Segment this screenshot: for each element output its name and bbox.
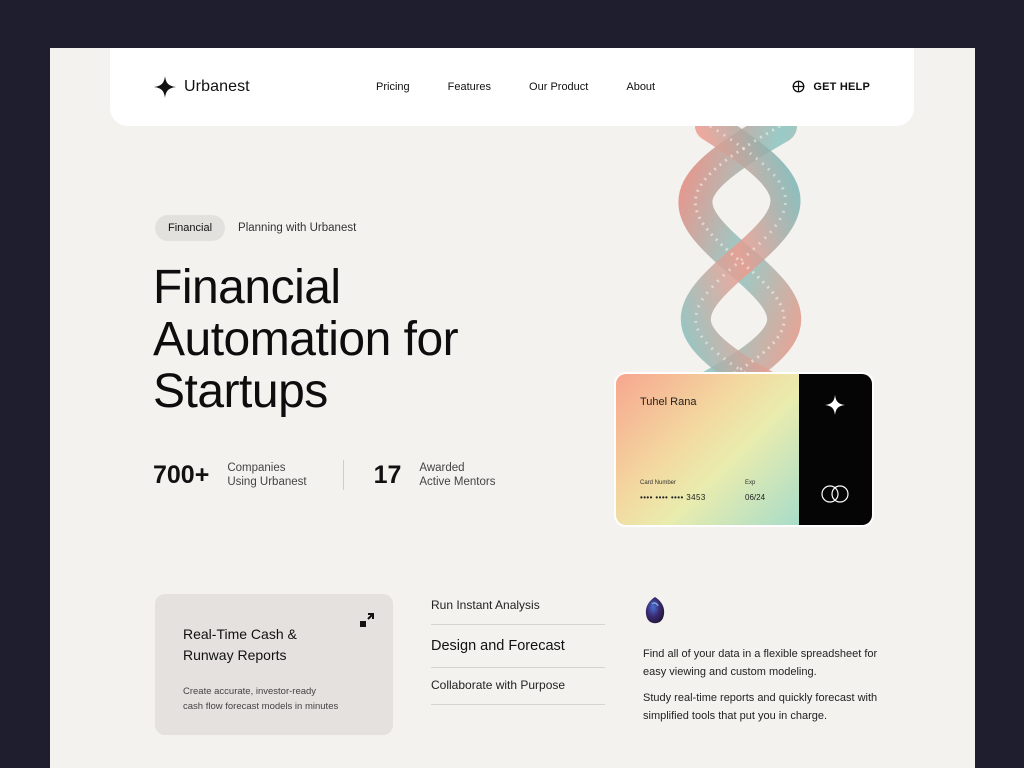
hero-title: Financial Automation for Startups xyxy=(153,262,573,418)
nav-link-our-product[interactable]: Our Product xyxy=(529,81,588,93)
card-number-label: Card Number xyxy=(640,480,677,486)
stat-companies: 700+ Companies Using Urbanest xyxy=(153,461,307,490)
hero-stats: 700+ Companies Using Urbanest 17 Awarded… xyxy=(153,460,495,490)
feature-card-desc-line: cash flow forecast models in minutes xyxy=(183,701,339,712)
card-holder-name: Tuhel Rana xyxy=(640,396,697,408)
stat-label-line: Active Mentors xyxy=(419,476,496,488)
card-number: •••• •••• •••• 3453 xyxy=(640,493,706,502)
nav-links: Pricing Features Our Product About xyxy=(376,81,693,93)
feature-card-desc-line: Create accurate, investor-ready xyxy=(183,686,317,697)
stat-number: 17 xyxy=(373,460,402,489)
card-network-icon xyxy=(821,485,849,503)
hero-title-line-2: Automation for xyxy=(153,313,459,366)
nav-link-about[interactable]: About xyxy=(626,81,655,93)
nav-link-pricing[interactable]: Pricing xyxy=(376,81,410,93)
hero-tag-row: Financial Planning with Urbanest xyxy=(155,215,356,241)
stat-label-line: Using Urbanest xyxy=(227,476,307,488)
card-exp: 06/24 xyxy=(745,493,766,502)
stat-label-line: Companies xyxy=(227,462,286,474)
feature-card-cash-reports[interactable]: Real-Time Cash & Runway Reports Create a… xyxy=(155,594,393,735)
tag-text: Planning with Urbanest xyxy=(238,222,357,234)
info-paragraph: Study real-time reports and quickly fore… xyxy=(643,692,878,722)
menu-item-collaborate-with-purpose[interactable]: Collaborate with Purpose xyxy=(431,668,605,705)
helix-3d-illustration xyxy=(678,126,802,396)
sparkle-icon xyxy=(825,395,845,415)
feature-card-title: Real-Time Cash & Runway Reports xyxy=(183,624,343,666)
top-navbar: Urbanest Pricing Features Our Product Ab… xyxy=(110,48,914,126)
card-exp-label: Exp xyxy=(745,480,756,486)
stat-mentors: 17 Awarded Active Mentors xyxy=(374,461,496,490)
stat-label: Companies Using Urbanest xyxy=(227,461,306,489)
card-front: Tuhel Rana Card Number •••• •••• •••• 34… xyxy=(616,374,799,525)
sparkle-logo-icon xyxy=(154,76,176,98)
feature-menu: Run Instant Analysis Design and Forecast… xyxy=(431,588,605,705)
card-back xyxy=(799,374,872,525)
stat-label: Awarded Active Mentors xyxy=(419,461,495,489)
menu-item-design-and-forecast[interactable]: Design and Forecast xyxy=(431,625,605,668)
feature-card-title-line: Runway Reports xyxy=(183,647,287,663)
info-column: Find all of your data in a flexible spre… xyxy=(643,596,903,733)
feature-card-description: Create accurate, investor-ready cash flo… xyxy=(183,684,373,714)
globe-icon xyxy=(792,80,805,93)
get-help-label: GET HELP xyxy=(813,80,870,93)
nav-link-features[interactable]: Features xyxy=(448,81,491,93)
brand-name: Urbanest xyxy=(184,78,250,95)
get-help-button[interactable]: GET HELP xyxy=(792,80,870,93)
credit-card: Tuhel Rana Card Number •••• •••• •••• 34… xyxy=(616,374,872,525)
brand-logo[interactable]: Urbanest xyxy=(154,76,250,98)
menu-item-run-instant-analysis[interactable]: Run Instant Analysis xyxy=(431,588,605,625)
stat-divider xyxy=(342,460,344,490)
info-paragraph: Find all of your data in a flexible spre… xyxy=(643,648,878,678)
expand-arrow-icon[interactable] xyxy=(359,612,375,628)
landing-page: Urbanest Pricing Features Our Product Ab… xyxy=(50,48,975,768)
stat-number: 700+ xyxy=(153,460,210,489)
feature-card-title-line: Real-Time Cash & xyxy=(183,626,297,642)
gem-icon xyxy=(645,597,665,624)
stat-label-line: Awarded xyxy=(419,462,465,474)
hero-title-line-3: Startups xyxy=(153,365,328,418)
tag-pill: Financial xyxy=(155,215,226,241)
hero-title-line-1: Financial xyxy=(153,261,341,314)
